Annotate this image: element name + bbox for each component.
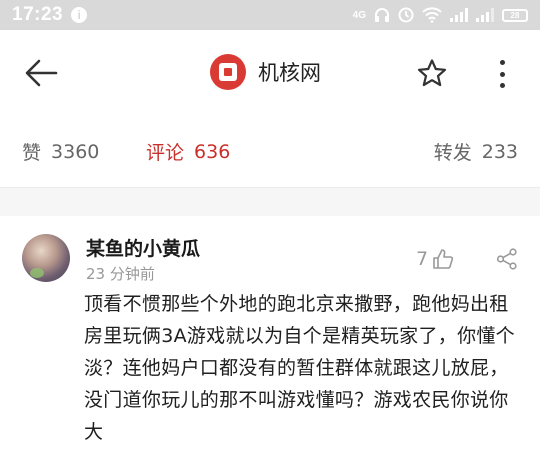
more-dot-icon bbox=[499, 83, 505, 88]
back-arrow-icon bbox=[25, 59, 58, 87]
post-stats-bar: 赞 3360 评论 636 转发 233 bbox=[0, 116, 540, 188]
thumbs-up-icon bbox=[433, 249, 454, 269]
comment-text: 顶看不惯那些个外地的跑北京来撒野，跑他妈出租房里玩俩3A游戏就以为自个是精英玩家… bbox=[84, 293, 515, 443]
signal-icon-1 bbox=[450, 8, 468, 22]
info-icon: i bbox=[71, 7, 88, 23]
shares-count: 233 bbox=[481, 140, 518, 163]
network-type-icon: 4G bbox=[352, 9, 366, 21]
more-dot-icon bbox=[499, 71, 505, 77]
alarm-icon bbox=[398, 7, 414, 23]
more-options-button[interactable] bbox=[490, 56, 514, 92]
battery-icon: 28 bbox=[502, 8, 528, 22]
favorite-button[interactable] bbox=[416, 57, 448, 89]
shares-tab[interactable]: 转发 233 bbox=[434, 138, 518, 165]
likes-tab[interactable]: 赞 3360 bbox=[22, 138, 99, 165]
status-time: 17:23 bbox=[12, 4, 64, 25]
comment-timestamp: 23 分钟前 bbox=[86, 265, 155, 283]
page-title: 机核网 bbox=[258, 61, 321, 85]
back-button[interactable] bbox=[22, 56, 60, 90]
status-icons: 4G 28 bbox=[353, 7, 528, 23]
likes-count: 3360 bbox=[51, 140, 100, 163]
page-title-group: 机核网 bbox=[210, 54, 321, 90]
app-bar: 机核网 bbox=[0, 30, 540, 116]
avatar[interactable] bbox=[22, 234, 70, 282]
headphones-icon bbox=[374, 7, 390, 23]
comment-username[interactable]: 某鱼的小黄瓜 bbox=[86, 234, 200, 261]
comment-share-button[interactable] bbox=[496, 248, 518, 270]
comments-count: 636 bbox=[194, 140, 231, 163]
shares-label: 转发 bbox=[433, 142, 472, 164]
comment-like-count: 7 bbox=[416, 248, 429, 270]
wifi-icon bbox=[422, 7, 442, 23]
app-logo bbox=[210, 54, 246, 90]
share-icon bbox=[496, 248, 517, 270]
likes-label: 赞 bbox=[22, 142, 42, 164]
star-icon bbox=[417, 59, 447, 87]
comments-tab[interactable]: 评论 636 bbox=[146, 138, 230, 165]
comment-like-button[interactable]: 7 bbox=[416, 248, 454, 270]
comments-label: 评论 bbox=[146, 142, 185, 164]
signal-icon-2 bbox=[476, 8, 494, 22]
section-divider bbox=[0, 188, 540, 216]
more-dot-icon bbox=[499, 60, 505, 65]
comment-item: 某鱼的小黄瓜 23 分钟前 7 顶看不惯那些个外地的跑北京来撒野，跑他妈出租房里… bbox=[0, 216, 540, 466]
status-bar: 17:23 i 4G 28 bbox=[0, 0, 540, 30]
